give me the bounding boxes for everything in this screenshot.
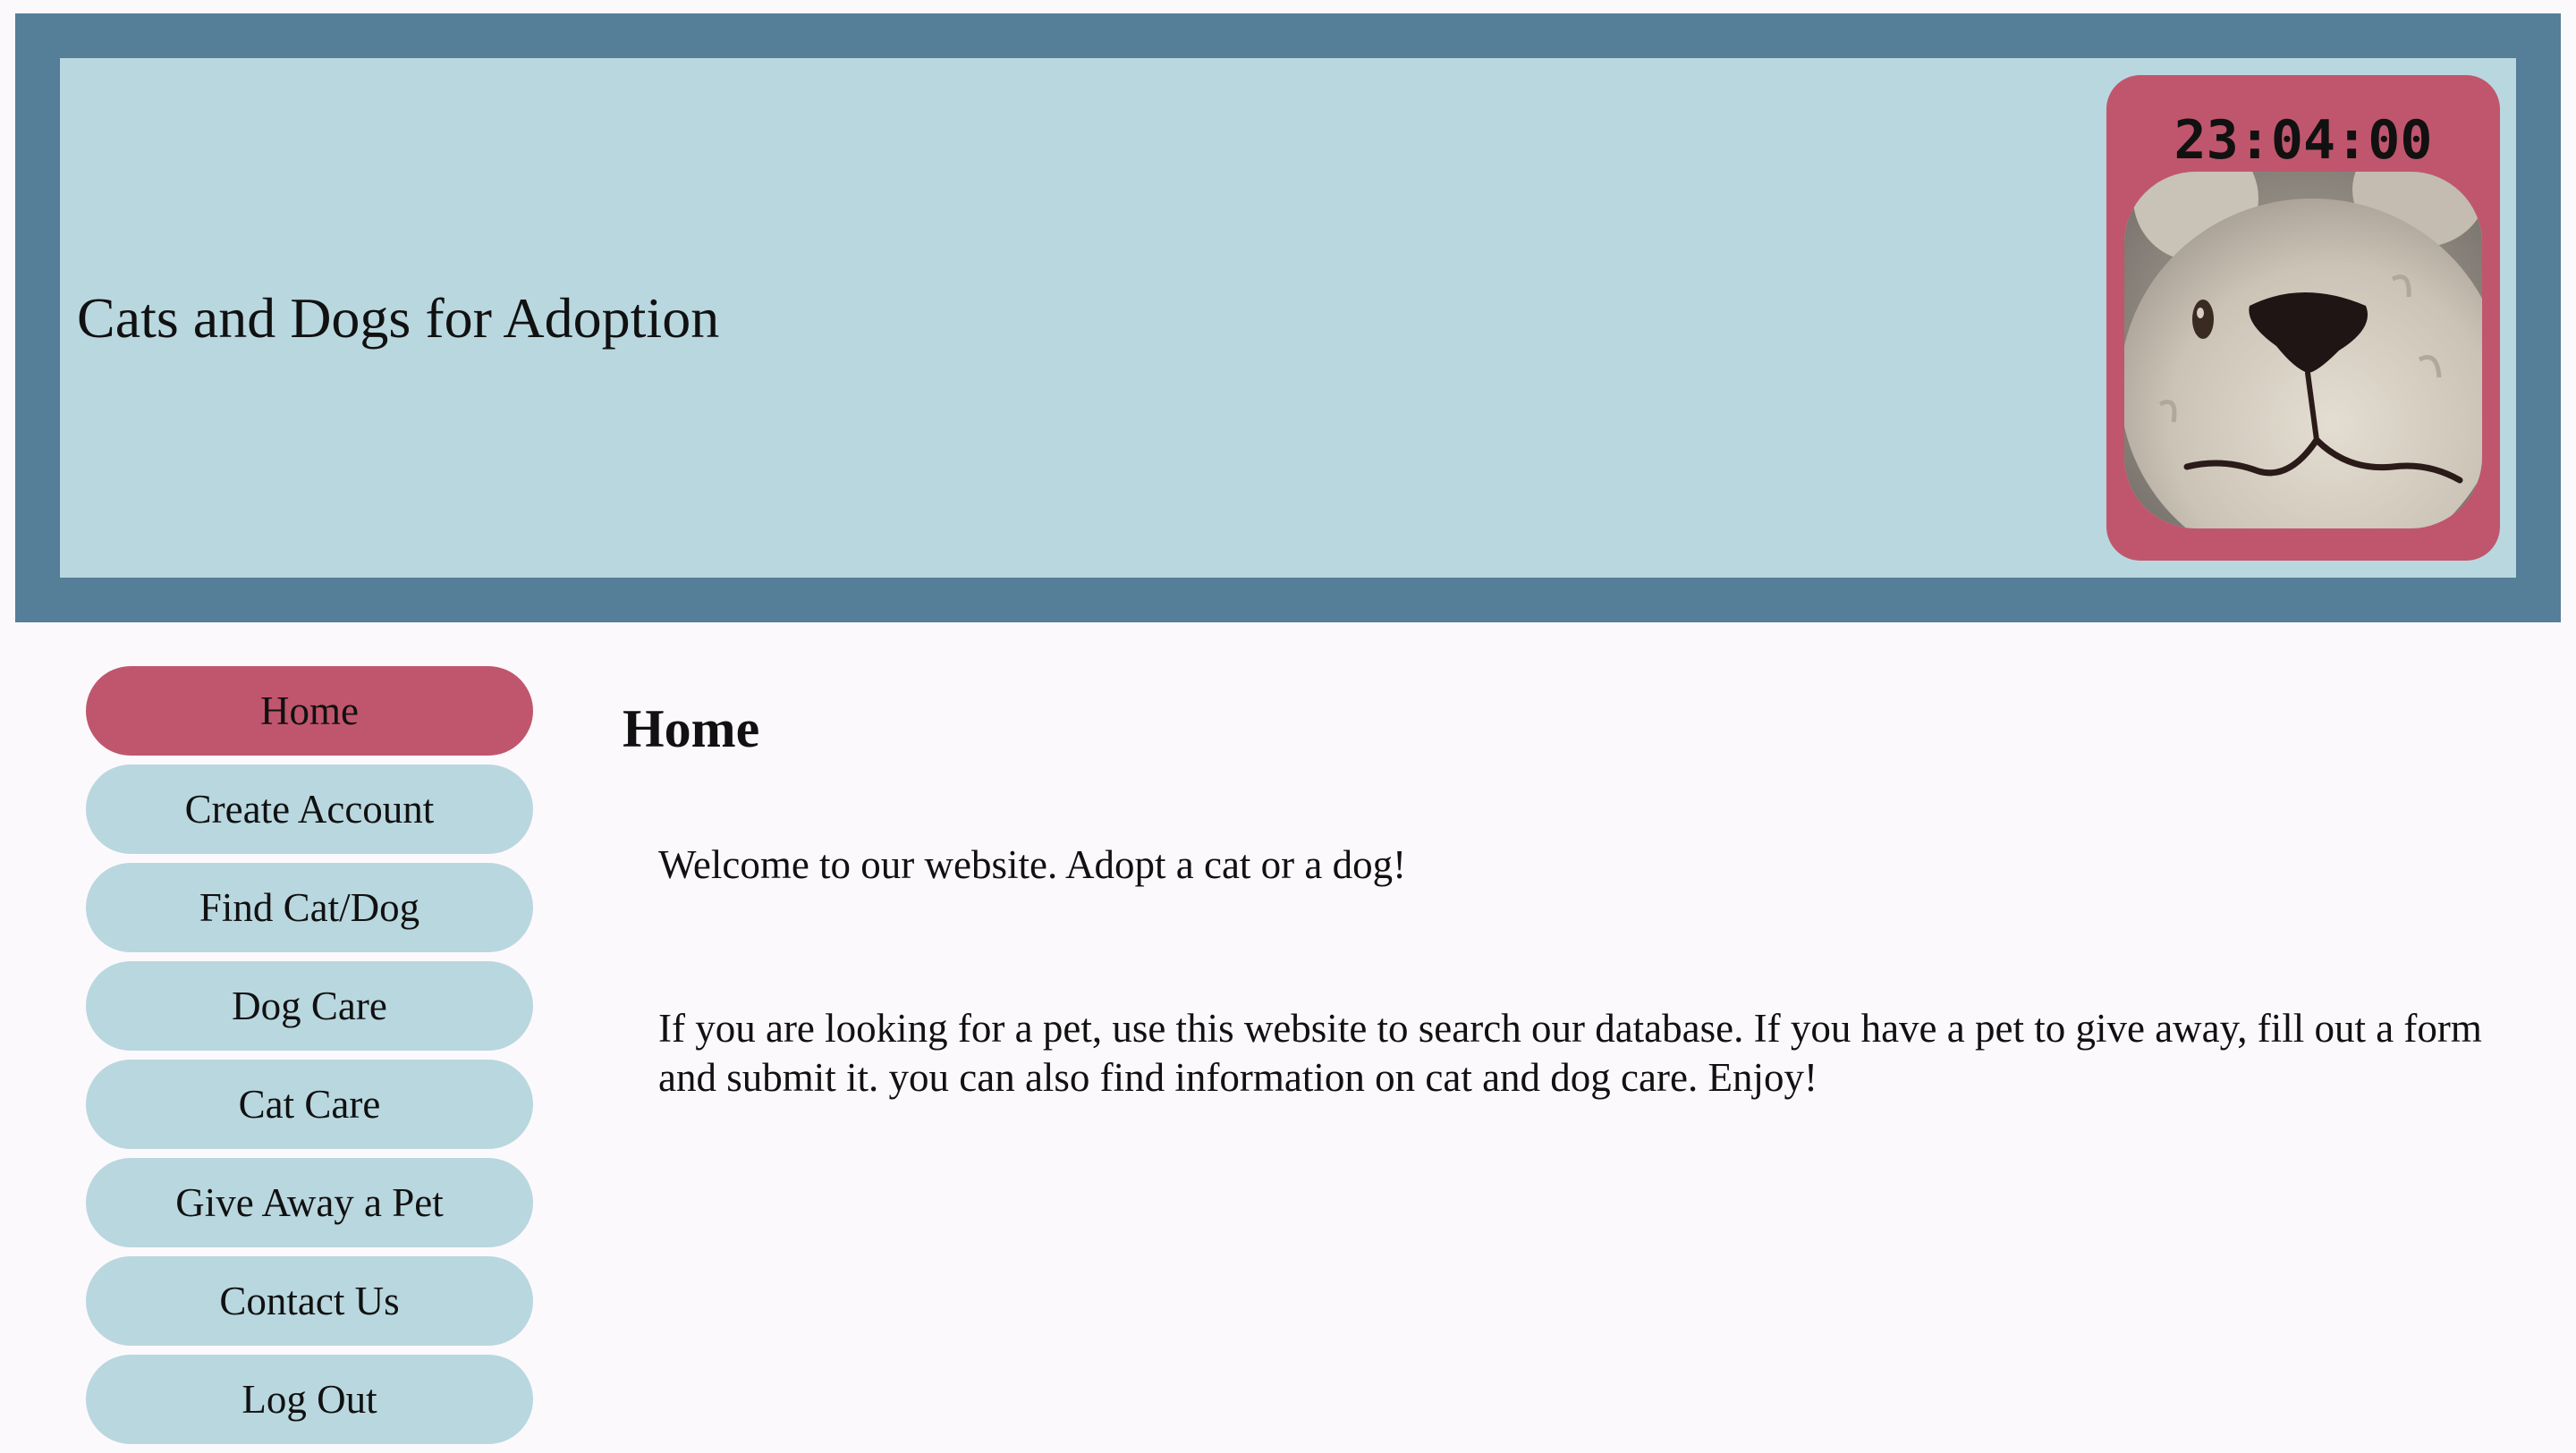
site-title: Cats and Dogs for Adoption — [77, 285, 720, 350]
nav-dog-care-button[interactable]: Dog Care — [86, 961, 533, 1051]
page-title: Home — [623, 699, 760, 758]
clock-time: 23:04:00 — [2174, 109, 2433, 172]
sidebar-nav: Home Create Account Find Cat/Dog Dog Car… — [86, 666, 533, 1453]
welcome-paragraph: Welcome to our website. Adopt a cat or a… — [658, 842, 1407, 887]
nav-give-away-pet-button[interactable]: Give Away a Pet — [86, 1158, 533, 1247]
site-header: Cats and Dogs for Adoption 23:04:00 — [15, 13, 2561, 622]
intro-paragraph: If you are looking for a pet, use this w… — [658, 1006, 2482, 1100]
plush-bunny-photo — [2124, 172, 2482, 528]
nav-find-cat-dog-button[interactable]: Find Cat/Dog — [86, 863, 533, 952]
nav-home-button[interactable]: Home — [86, 666, 533, 756]
main-content: Home Welcome to our website. Adopt a cat… — [623, 688, 2501, 1102]
clock-widget: 23:04:00 — [2106, 75, 2500, 561]
nav-create-account-button[interactable]: Create Account — [86, 765, 533, 854]
nav-contact-us-button[interactable]: Contact Us — [86, 1256, 533, 1346]
header-banner: Cats and Dogs for Adoption 23:04:00 — [60, 58, 2516, 578]
nav-cat-care-button[interactable]: Cat Care — [86, 1060, 533, 1149]
nav-log-out-button[interactable]: Log Out — [86, 1355, 533, 1444]
